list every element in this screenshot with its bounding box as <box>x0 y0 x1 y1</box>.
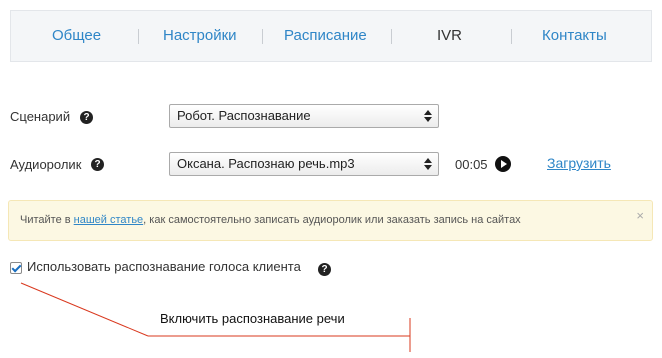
annotation-callout <box>20 282 411 352</box>
annotation-pointer-line <box>20 282 149 337</box>
annotation-text: Включить распознавание речи <box>160 311 345 326</box>
